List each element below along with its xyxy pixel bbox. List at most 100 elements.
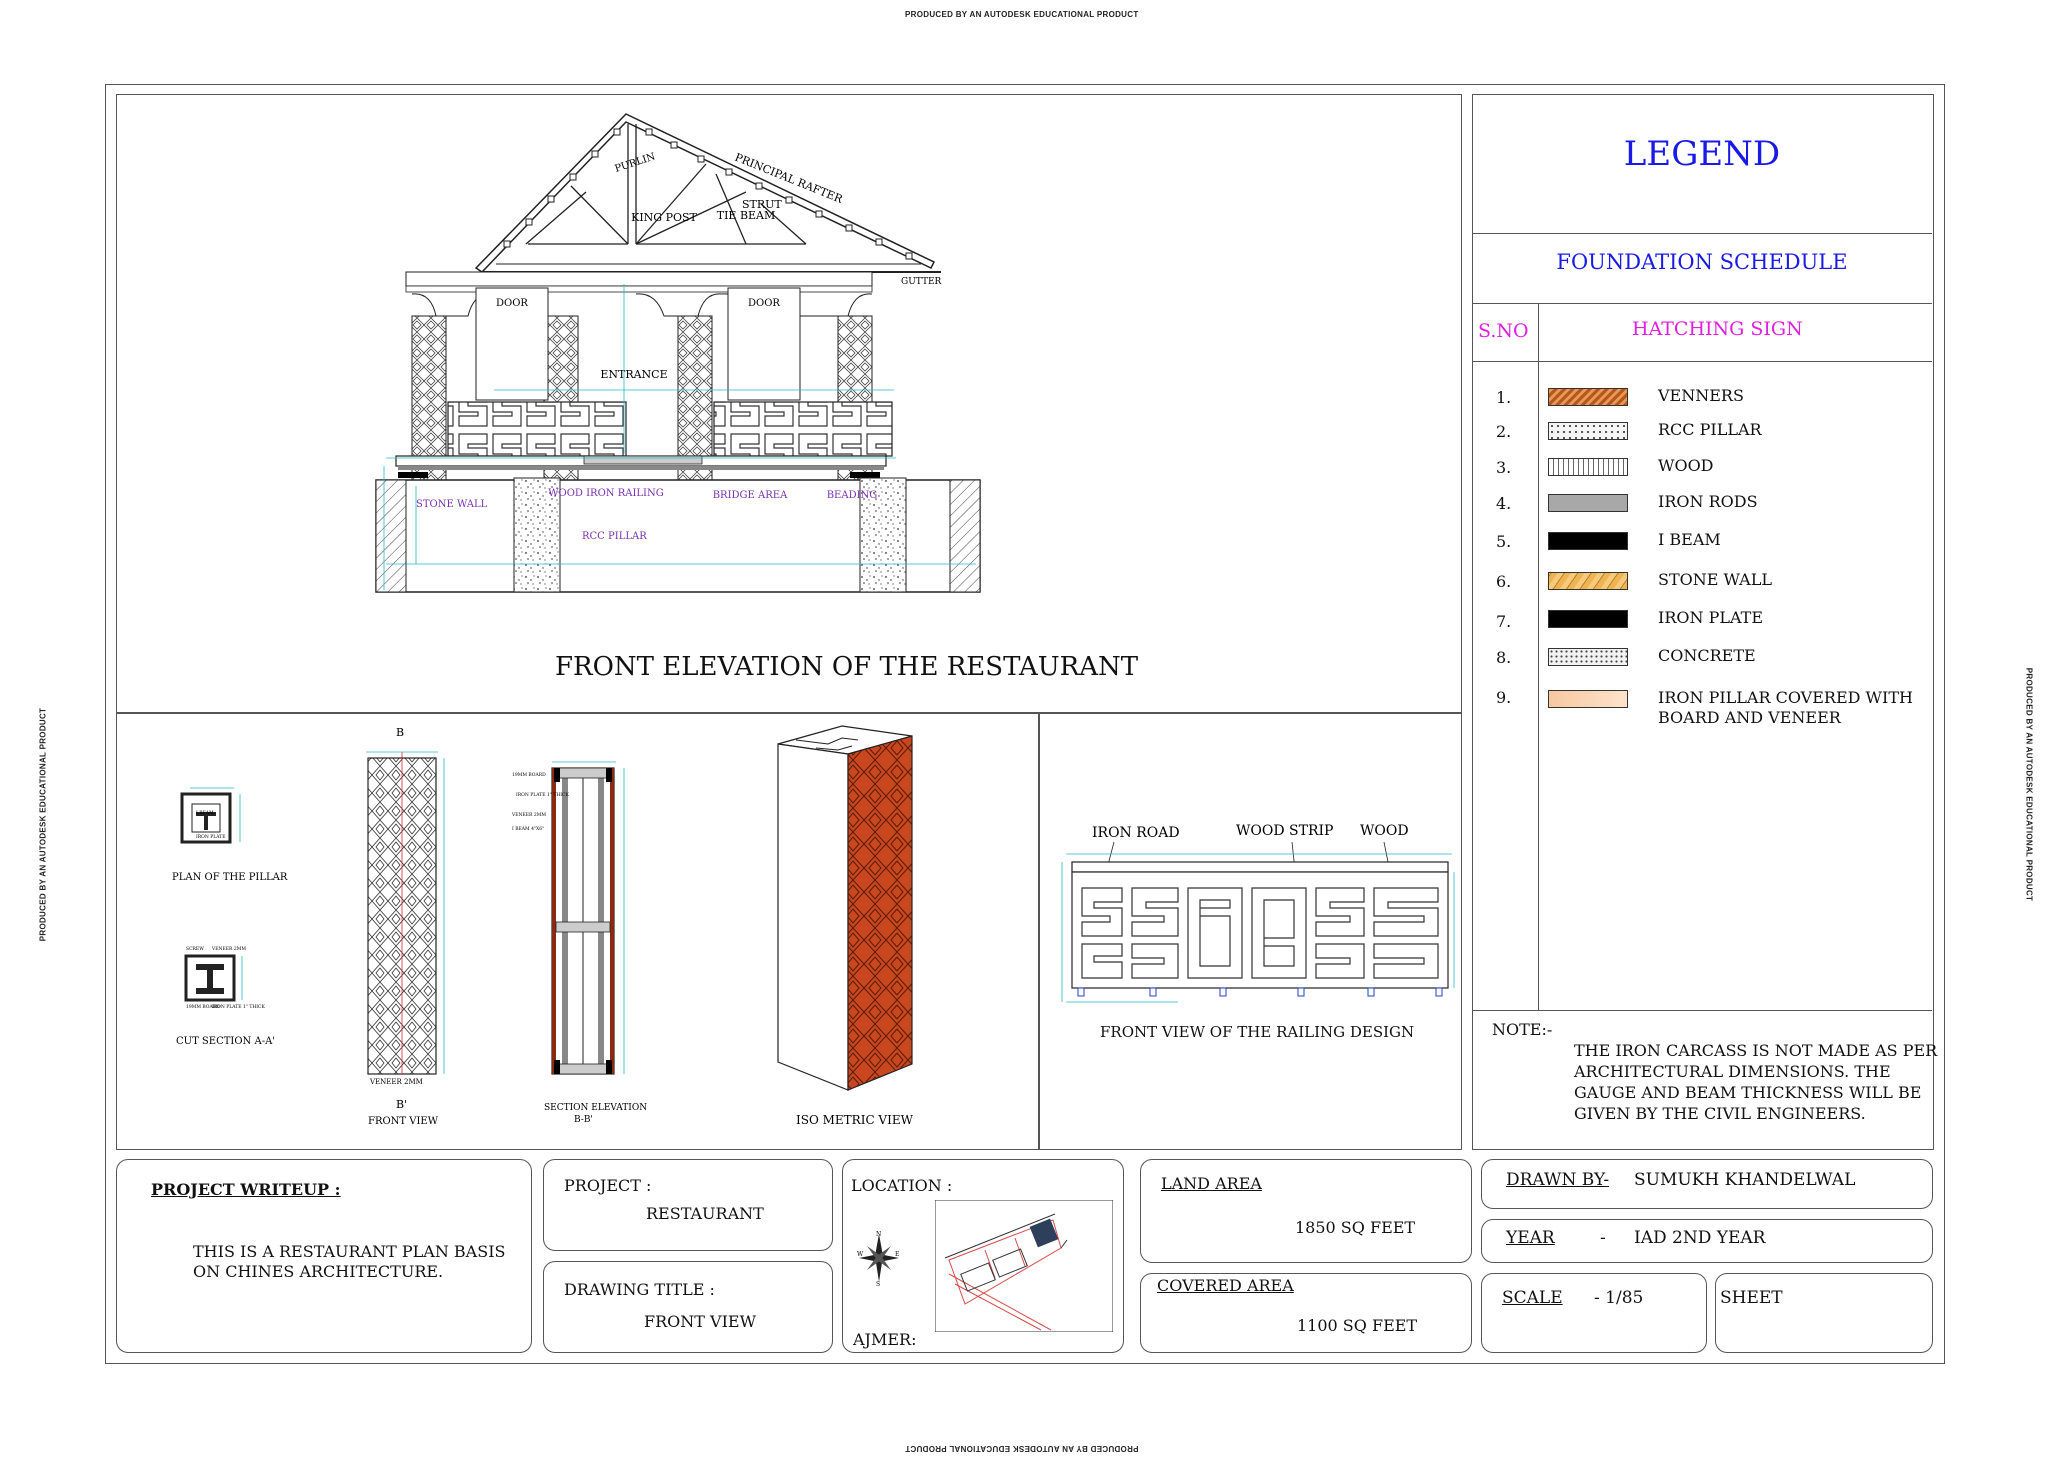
label-door-right: DOOR bbox=[748, 298, 780, 309]
label-gutter: GUTTER bbox=[901, 277, 942, 287]
legend-item-label: IRON RODS bbox=[1658, 492, 1758, 511]
swatch-wood bbox=[1548, 458, 1628, 476]
note-line: THE IRON CARCASS IS NOT MADE AS PER bbox=[1574, 1041, 1938, 1060]
legend-item-label: CONCRETE bbox=[1658, 646, 1756, 665]
cut-small-plate: IRON PLATE 1" THICK bbox=[212, 1004, 265, 1010]
legend-item-label-2: BOARD AND VENEER bbox=[1658, 708, 1841, 727]
section-small-ibeam: I BEAM 4"X6" bbox=[512, 826, 544, 832]
legend-item-no: 5. bbox=[1496, 532, 1512, 551]
location-box: LOCATION : N S E W AJMER: bbox=[842, 1159, 1124, 1353]
label-iron-road: IRON ROAD bbox=[1092, 825, 1180, 841]
swatch-i-beam bbox=[1548, 532, 1628, 550]
year-box: YEAR - IAD 2ND YEAR bbox=[1481, 1219, 1933, 1263]
location-city: AJMER: bbox=[853, 1330, 917, 1349]
legend-item-no: 9. bbox=[1496, 688, 1512, 707]
label-front-view: FRONT VIEW bbox=[368, 1116, 439, 1127]
label-iso-view: ISO METRIC VIEW bbox=[796, 1113, 914, 1127]
year-label: YEAR bbox=[1506, 1228, 1555, 1248]
autodesk-stamp-left: PRODUCED BY AN AUTODESK EDUCATIONAL PROD… bbox=[38, 707, 48, 942]
legend-col-hatching: HATCHING SIGN bbox=[1632, 318, 1803, 340]
legend-item-no: 7. bbox=[1496, 612, 1512, 631]
label-b-bottom: B' bbox=[396, 1098, 407, 1111]
swatch-venners bbox=[1548, 388, 1628, 406]
covered-area-label: COVERED AREA bbox=[1157, 1276, 1294, 1295]
year-value: IAD 2ND YEAR bbox=[1634, 1228, 1766, 1248]
legend-item-label: WOOD bbox=[1658, 456, 1714, 475]
drawn-by-value: SUMUKH KHANDELWAL bbox=[1634, 1170, 1856, 1190]
label-bridge-area: BRIDGE AREA bbox=[713, 490, 788, 501]
sheet-label: SHEET bbox=[1720, 1288, 1783, 1308]
compass-w: W bbox=[857, 1251, 864, 1258]
year-dash: - bbox=[1600, 1228, 1606, 1248]
legend-item-label: I BEAM bbox=[1658, 530, 1721, 549]
label-wood-strip: WOOD STRIP bbox=[1236, 823, 1333, 839]
writeup-line: ON CHINES ARCHITECTURE. bbox=[193, 1262, 444, 1281]
swatch-stone-wall bbox=[1548, 572, 1628, 590]
autodesk-stamp-bottom: PRODUCED BY AN AUTODESK EDUCATIONAL PROD… bbox=[905, 1444, 1139, 1453]
foundation-schedule-title: FOUNDATION SCHEDULE bbox=[1556, 250, 1848, 274]
legend-item-label: IRON PLATE bbox=[1658, 608, 1763, 627]
label-king-post: KING POST bbox=[631, 211, 697, 224]
legend-items: 1. VENNERS 2. RCC PILLAR 3. WOOD 4. IRON… bbox=[1472, 364, 1932, 1004]
legend-item-no: 8. bbox=[1496, 648, 1512, 667]
drawing-title-box: DRAWING TITLE : FRONT VIEW bbox=[543, 1261, 833, 1353]
covered-area-value: 1100 SQ FEET bbox=[1297, 1316, 1418, 1335]
scale-value: - 1/85 bbox=[1594, 1288, 1644, 1308]
legend-divider-1 bbox=[1472, 233, 1932, 234]
legend-item-label: STONE WALL bbox=[1658, 570, 1772, 589]
note-text: THE IRON CARCASS IS NOT MADE AS PER ARCH… bbox=[1574, 1040, 1937, 1124]
scale-box: SCALE - 1/85 bbox=[1481, 1273, 1707, 1353]
note-line: GIVEN BY THE CIVIL ENGINEERS. bbox=[1574, 1104, 1866, 1123]
project-box: PROJECT : RESTAURANT bbox=[543, 1159, 833, 1251]
label-wood-iron-railing: WOOD IRON RAILING bbox=[548, 488, 664, 499]
cut-small-screw: SCREW bbox=[186, 946, 204, 952]
land-area-label: LAND AREA bbox=[1161, 1174, 1262, 1193]
autodesk-stamp-right: PRODUCED BY AN AUTODESK EDUCATIONAL PROD… bbox=[2024, 667, 2034, 902]
details-drawings: I BEAM IRON PLATE PLAN OF THE PILLAR SCR… bbox=[172, 725, 914, 1127]
note-label: NOTE:- bbox=[1492, 1020, 1553, 1039]
drawing-title-value: FRONT VIEW bbox=[644, 1312, 757, 1331]
legend-item-no: 3. bbox=[1496, 458, 1512, 477]
label-b-top: B bbox=[396, 726, 404, 739]
label-section-elevation: SECTION ELEVATION bbox=[544, 1103, 647, 1113]
writeup-line: THIS IS A RESTAURANT PLAN BASIS bbox=[193, 1242, 506, 1261]
covered-area-box: COVERED AREA 1100 SQ FEET bbox=[1140, 1273, 1472, 1353]
project-label: PROJECT : bbox=[564, 1176, 652, 1195]
label-stone-wall: STONE WALL bbox=[416, 499, 488, 510]
label-door-left: DOOR bbox=[496, 298, 528, 309]
drawn-by-box: DRAWN BY- SUMUKH KHANDELWAL bbox=[1481, 1159, 1933, 1209]
legend-item-no: 6. bbox=[1496, 572, 1512, 591]
cut-small-veneer: VENEER 2MM bbox=[211, 946, 246, 952]
legend-col-sno: S.NO bbox=[1478, 320, 1529, 342]
legend-title: LEGEND bbox=[1623, 134, 1781, 174]
legend-divider-2 bbox=[1472, 303, 1932, 304]
writeup-label: PROJECT WRITEUP : bbox=[151, 1180, 341, 1199]
compass-s: S bbox=[876, 1281, 880, 1286]
sheet-box: SHEET bbox=[1715, 1273, 1933, 1353]
railing-drawing: IRON ROAD WOOD STRIP WOOD bbox=[1061, 823, 1455, 1003]
label-plan-of-pillar: PLAN OF THE PILLAR bbox=[172, 872, 288, 883]
project-writeup-box: PROJECT WRITEUP : THIS IS A RESTAURANT P… bbox=[116, 1159, 532, 1353]
swatch-iron-pillar bbox=[1548, 690, 1628, 708]
location-label: LOCATION : bbox=[851, 1176, 953, 1195]
project-value: RESTAURANT bbox=[646, 1204, 764, 1223]
elevation-title: FRONT ELEVATION OF THE RESTAURANT bbox=[555, 652, 1139, 682]
label-purlin: PURLIN bbox=[614, 151, 657, 174]
label-wood: WOOD bbox=[1360, 823, 1409, 839]
label-beading: BEADING bbox=[827, 490, 878, 501]
location-map bbox=[935, 1200, 1113, 1332]
section-small-veneer: VENEER 2MM bbox=[511, 812, 546, 818]
section-small-plate: IRON PLATE 1" THICK bbox=[516, 792, 569, 798]
compass-n: N bbox=[876, 1231, 881, 1238]
note-line: ARCHITECTURAL DIMENSIONS. THE bbox=[1574, 1062, 1891, 1081]
autodesk-stamp-top: PRODUCED BY AN AUTODESK EDUCATIONAL PROD… bbox=[905, 10, 1139, 19]
land-area-value: 1850 SQ FEET bbox=[1295, 1218, 1416, 1237]
plan-small-iron-plate: IRON PLATE bbox=[196, 834, 226, 840]
swatch-iron-plate bbox=[1548, 610, 1628, 628]
label-section-bb: B-B' bbox=[574, 1115, 593, 1125]
front-elevation-drawing: TIE BEAM KING POST PURLIN PRINCIPAL RAFT… bbox=[375, 113, 981, 593]
legend-item-label: VENNERS bbox=[1658, 386, 1744, 405]
drawn-by-label: DRAWN BY- bbox=[1506, 1170, 1610, 1190]
legend-divider-4 bbox=[1472, 1010, 1932, 1011]
swatch-iron-rods bbox=[1548, 494, 1628, 512]
